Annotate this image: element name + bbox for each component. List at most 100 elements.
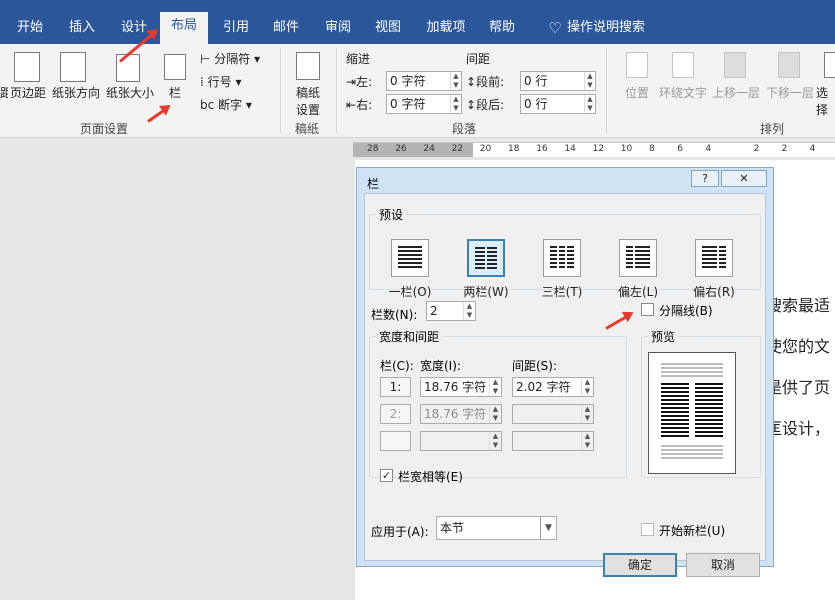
paragraph-group-label: 段落 <box>452 122 477 136</box>
help-icon[interactable]: ? <box>691 170 719 187</box>
preset-left-label: 偏左(L) <box>617 285 659 299</box>
close-icon[interactable]: ✕ <box>721 170 767 187</box>
orientation-icon[interactable] <box>60 52 86 82</box>
select-icon[interactable] <box>824 52 835 78</box>
spacing-input: ▲ ▼ <box>512 404 594 424</box>
send-backward-icon[interactable] <box>778 52 800 78</box>
line-numbers-button[interactable]: ⁞ 行号 ▾ <box>200 73 242 90</box>
indent-left-input[interactable]: 0 字符 ▲ ▼ <box>386 71 462 91</box>
manuscript-icon[interactable] <box>296 52 320 80</box>
tell-me-search[interactable]: 操作说明搜索 <box>566 14 646 44</box>
preview-label: 预览 <box>651 330 676 344</box>
margins-button[interactable]: 页边距 <box>8 84 48 101</box>
horizontal-ruler[interactable]: 28 26 24 22 20 18 16 14 12 10 8 6 4 2 2 4 <box>353 142 835 157</box>
divider-checkbox[interactable] <box>641 303 654 316</box>
spin-arrows[interactable]: ▲ ▼ <box>584 95 595 113</box>
spin-arrows[interactable]: ▲ ▼ <box>584 72 595 90</box>
left-column-icon <box>619 239 657 277</box>
tab-home[interactable]: 开始 <box>8 14 52 44</box>
ruler-tick-label: 22 <box>451 144 464 154</box>
spin-arrows[interactable]: ▲ ▼ <box>463 302 475 320</box>
hyphenation-icon: bc <box>200 98 215 112</box>
spin-arrows[interactable]: ▲ ▼ <box>581 378 593 396</box>
tab-review[interactable]: 审阅 <box>316 14 360 44</box>
width-spacing-group: 宽度和间距 栏(C): 宽度(I): 间距(S): 1: 18.76 字符 ▲ ▼ … <box>369 328 627 484</box>
tab-insert[interactable]: 插入 <box>60 14 104 44</box>
cancel-button[interactable]: 取消 <box>686 553 760 577</box>
column-number <box>380 431 411 451</box>
ruler-tick-label: 4 <box>705 144 712 154</box>
tab-layout[interactable]: 布局 <box>160 12 208 44</box>
breaks-button[interactable]: ⊢ 分隔符 ▾ <box>200 50 260 67</box>
spacing-before-text: 段前: <box>476 75 505 89</box>
doc-text-line: 匡设计， <box>766 419 831 438</box>
preview-page <box>648 352 736 474</box>
spin-arrows[interactable]: ▲ ▼ <box>450 72 461 90</box>
indent-left-icon: ⇥ <box>346 75 357 89</box>
preset-left[interactable]: 偏左(L) <box>606 239 670 300</box>
spin-arrows: ▲ ▼ <box>581 432 593 450</box>
preset-right[interactable]: 偏右(R) <box>682 239 746 300</box>
page-setup-group-label: 页面设置 <box>80 122 129 136</box>
tab-references[interactable]: 引用 <box>214 14 258 44</box>
spin-arrows[interactable]: ▲ ▼ <box>450 95 461 113</box>
apply-to-select[interactable]: 本节 ▼ <box>436 516 557 540</box>
width-input[interactable]: 18.76 字符 ▲ ▼ <box>420 377 502 397</box>
spacing-input[interactable]: 2.02 字符 ▲ ▼ <box>512 377 594 397</box>
spacing-after-text: 段后: <box>476 98 505 112</box>
ok-button[interactable]: 确定 <box>603 553 677 577</box>
preview-column <box>661 383 689 439</box>
select-button[interactable]: 选择 <box>816 84 835 118</box>
arrange-group-label: 排列 <box>760 122 785 136</box>
indent-right-value: 0 字符 <box>390 97 426 111</box>
preset-two-label: 两栏(W) <box>463 285 509 299</box>
indent-right-input[interactable]: 0 字符 ▲ ▼ <box>386 94 462 114</box>
tab-view[interactable]: 视图 <box>366 14 410 44</box>
spacing-before-icon: ↕ <box>466 75 477 89</box>
preset-two[interactable]: 两栏(W) <box>454 239 518 300</box>
spacing-after-input[interactable]: 0 行 ▲ ▼ <box>520 94 596 114</box>
spin-arrows[interactable]: ▲ ▼ <box>489 378 501 396</box>
group-separator <box>606 48 607 134</box>
tab-addins[interactable]: 加载项 <box>418 14 474 44</box>
position-button[interactable]: 位置 <box>620 84 654 101</box>
two-columns-icon <box>467 239 505 277</box>
wrap-text-icon[interactable] <box>672 52 694 78</box>
group-separator <box>280 48 281 134</box>
preview-line <box>661 453 723 455</box>
columns-icon[interactable] <box>164 54 186 80</box>
columns-button[interactable]: 栏 <box>164 84 186 101</box>
tab-help[interactable]: 帮助 <box>480 14 524 44</box>
bring-forward-icon[interactable] <box>724 52 746 78</box>
group-separator <box>336 48 337 134</box>
bring-forward-button[interactable]: 上移一层 <box>710 84 762 101</box>
preview-line <box>661 367 723 369</box>
hyphenation-button[interactable]: bc 断字 ▾ <box>200 96 252 113</box>
hyphenation-label: 断字 <box>218 98 243 112</box>
preview-line <box>661 363 723 365</box>
preset-one-label: 一栏(O) <box>388 285 432 299</box>
tab-mailings[interactable]: 邮件 <box>264 14 308 44</box>
columns-count-value: 2 <box>430 304 438 318</box>
equal-width-checkbox[interactable]: ✓ <box>380 469 393 482</box>
chevron-down-icon[interactable]: ▼ <box>540 517 556 539</box>
orientation-button[interactable]: 纸张方向 <box>50 84 102 101</box>
ruler-tick-label: 12 <box>592 144 605 154</box>
line-numbers-label: 行号 <box>207 75 232 89</box>
preset-one[interactable]: 一栏(O) <box>378 239 442 300</box>
columns-count-input[interactable]: 2 ▲ ▼ <box>426 301 476 321</box>
preview-column <box>695 383 723 439</box>
wrap-text-button[interactable]: 环绕文字 <box>657 84 709 101</box>
preview-line <box>661 371 723 373</box>
size-button[interactable]: 纸张大小 <box>104 84 156 101</box>
preset-three[interactable]: 三栏(T) <box>530 239 594 300</box>
spacing-before-input[interactable]: 0 行 ▲ ▼ <box>520 71 596 91</box>
send-backward-button[interactable]: 下移一层 <box>764 84 816 101</box>
ruler-tick-label: 14 <box>564 144 576 154</box>
preset-three-label: 三栏(T) <box>541 285 583 299</box>
margins-icon[interactable] <box>14 52 40 82</box>
preview-line <box>661 375 723 377</box>
manuscript-button[interactable]: 稿纸 设置 <box>288 84 328 118</box>
spacing-value: 2.02 字符 <box>516 380 571 394</box>
position-icon[interactable] <box>626 52 648 78</box>
